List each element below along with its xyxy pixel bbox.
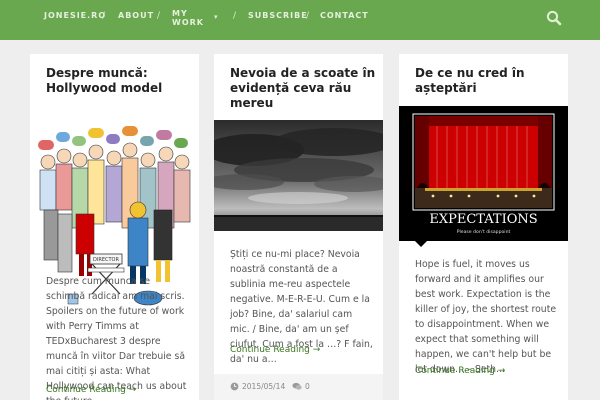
post-title[interactable]: Nevoia de a scoate în evidență ceva rău … — [230, 66, 380, 111]
nav-separator: / — [306, 11, 310, 21]
nav-link-my-work[interactable]: MY WORK — [172, 9, 203, 27]
image-notch — [415, 241, 427, 247]
top-navigation-bar: JONESIE.RO / ABOUT / MY WORK ▾ / SUBSCRI… — [0, 0, 600, 40]
image-notch — [230, 231, 242, 237]
nav-link-contact[interactable]: CONTACT — [320, 12, 369, 20]
continue-reading-link[interactable]: Continue Reading → — [415, 366, 505, 376]
chevron-down-icon[interactable]: ▾ — [214, 13, 218, 21]
post-title[interactable]: De ce nu cred în așteptări — [415, 66, 555, 96]
nav-link-about[interactable]: ABOUT — [118, 12, 154, 20]
nav-separator: / — [233, 11, 237, 21]
nav-separator: / — [102, 11, 106, 21]
post-card: Nevoia de a scoate în evidență ceva rău … — [214, 54, 383, 400]
post-card: De ce nu cred în așteptări EXPECTATIONS … — [399, 54, 568, 400]
continue-reading-link[interactable]: Continue Reading → — [230, 345, 320, 355]
post-date: 2015/05/14 — [242, 382, 286, 391]
search-icon[interactable] — [546, 10, 562, 26]
post-image-expectations[interactable]: EXPECTATIONS Please don't disappoint — [399, 106, 568, 241]
nav-link-subscribe[interactable]: SUBSCRIBE — [248, 12, 308, 20]
nav-separator: / — [157, 11, 161, 21]
post-image-storm[interactable] — [214, 120, 383, 231]
clock-icon — [230, 382, 239, 391]
post-title[interactable]: Despre muncă: Hollywood model — [46, 66, 186, 96]
continue-reading-link[interactable]: Continue Reading → — [46, 385, 136, 395]
comment-count[interactable]: 0 — [305, 382, 310, 391]
comments-icon[interactable] — [292, 382, 302, 391]
poster-caption: Please don't disappoint — [457, 229, 511, 235]
post-excerpt: Despre cum munca se schimbă radical am m… — [46, 276, 187, 400]
poster-title: EXPECTATIONS — [429, 212, 537, 227]
post-excerpt: Hope is fuel, it moves us forward and it… — [415, 259, 557, 375]
post-meta: 2015/05/14 0 — [214, 374, 383, 400]
director-chair-label: DIRECTOR — [93, 257, 119, 263]
post-card: Despre muncă: Hollywood model DIRECTOR D… — [30, 54, 199, 400]
nav-link-home[interactable]: JONESIE.RO — [44, 12, 106, 20]
